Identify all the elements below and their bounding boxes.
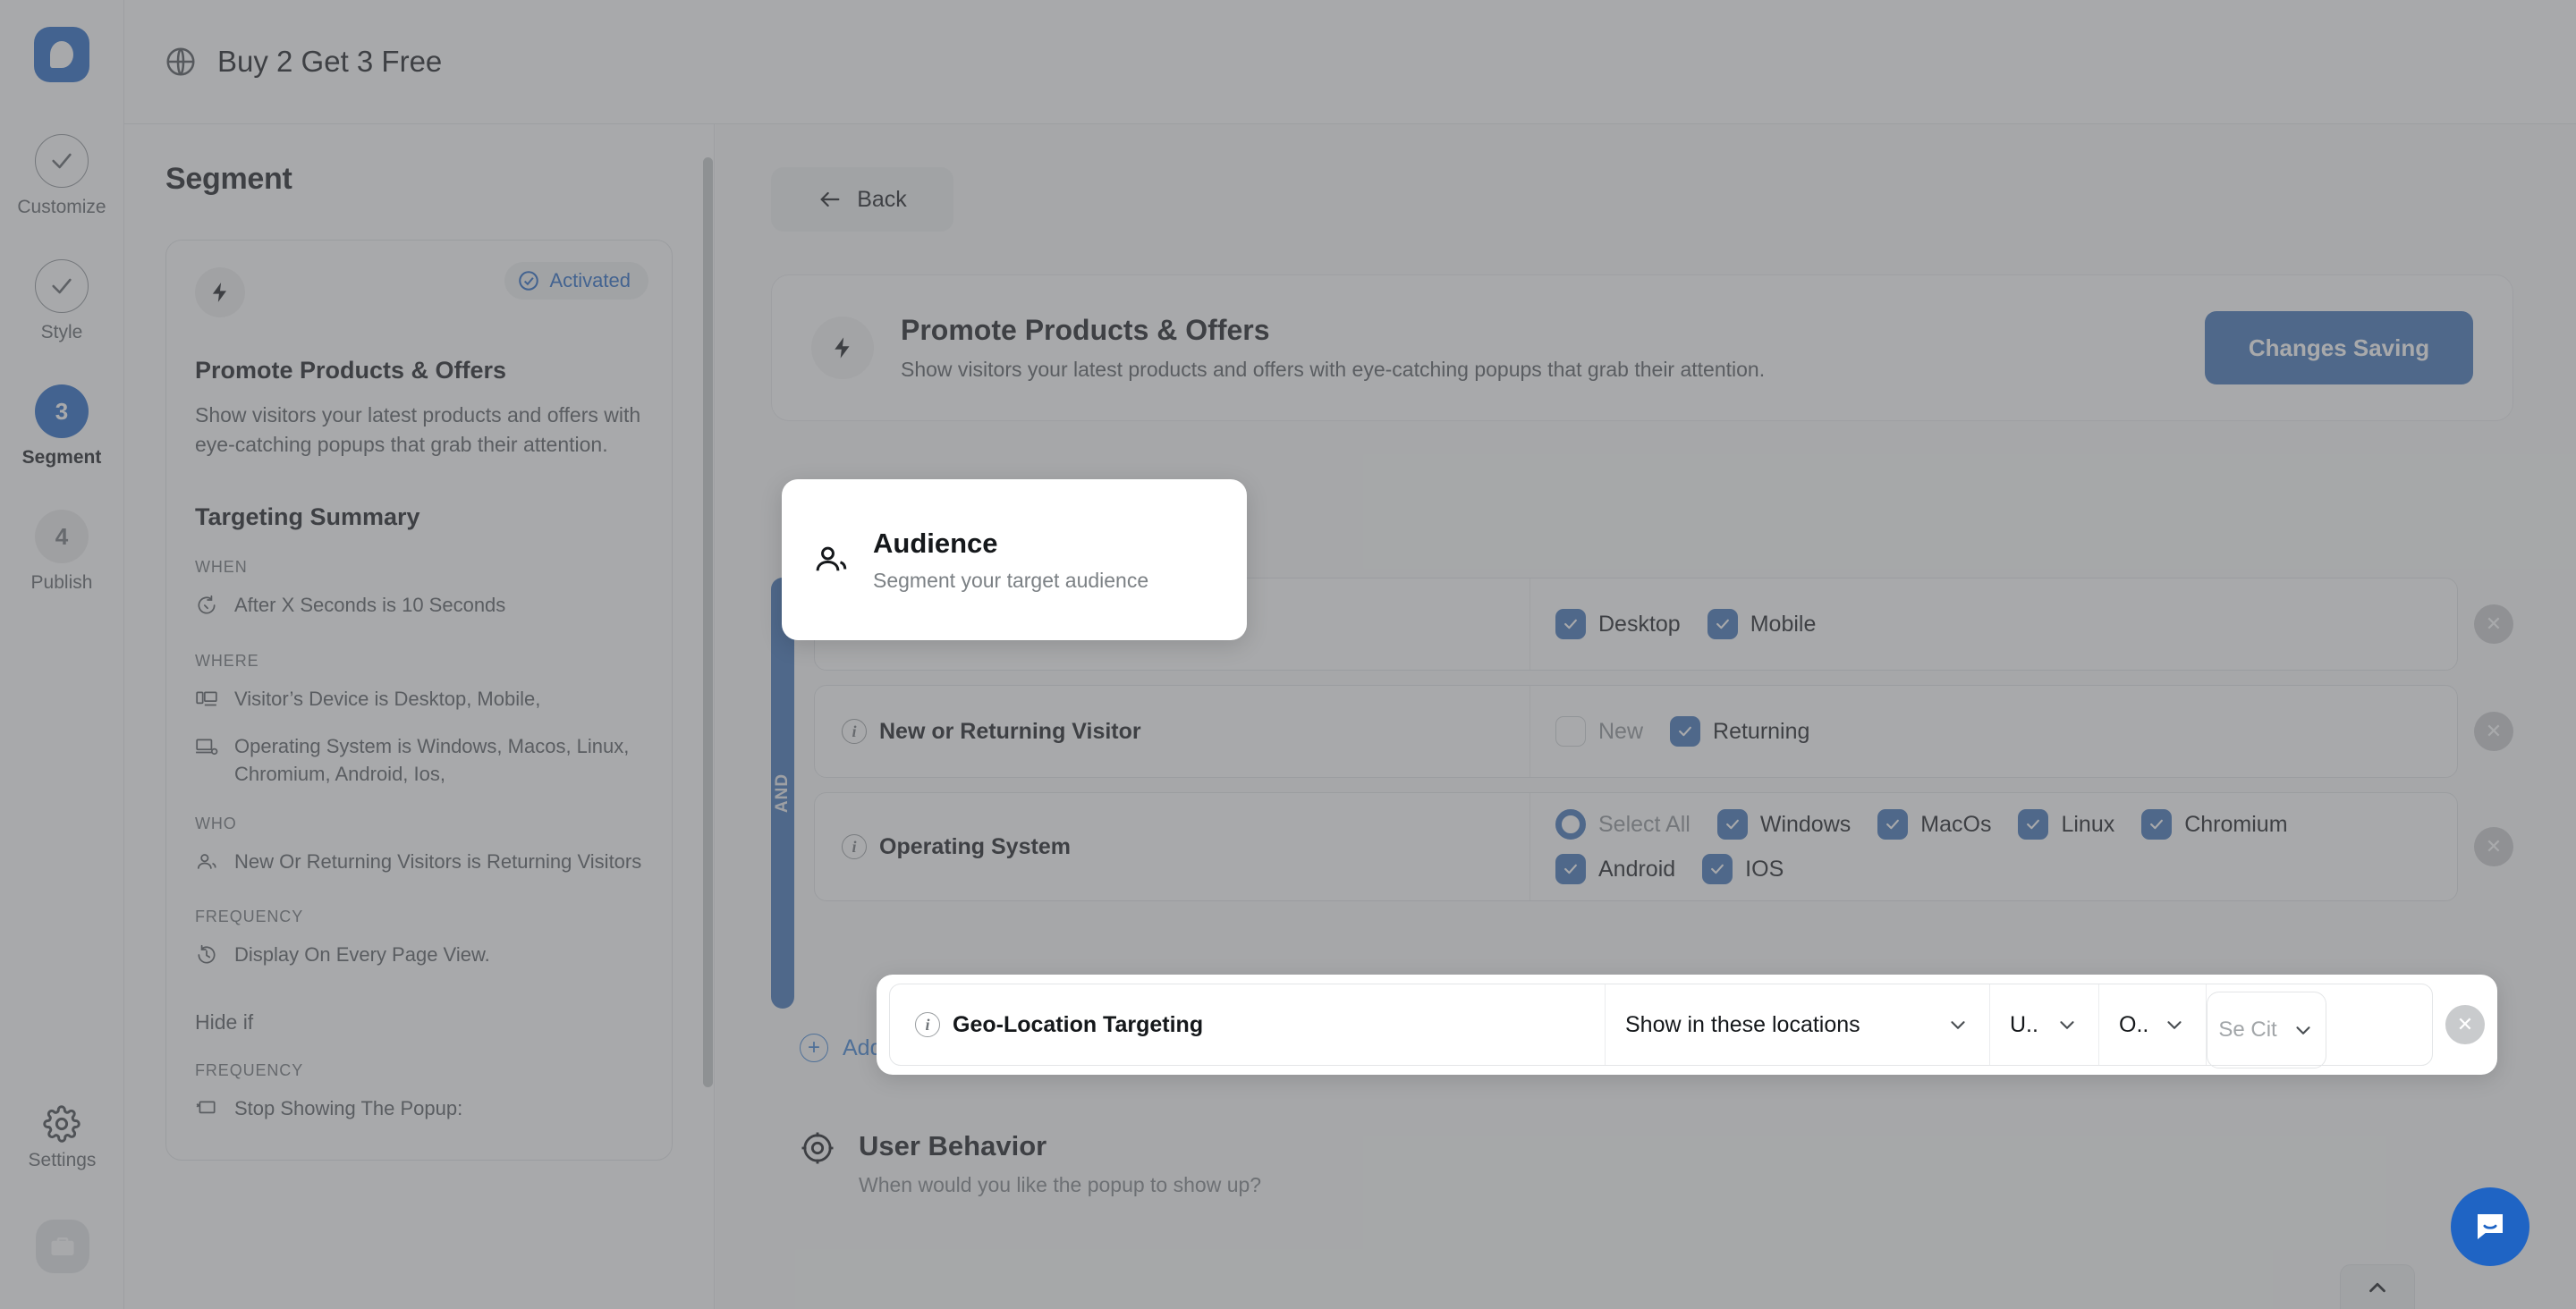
select-location-mode-value: Show in these locations xyxy=(1625,1011,1860,1037)
app-root: Customize Style 3 Segment 4 Publish xyxy=(0,0,2576,1309)
select-location-mode[interactable]: Show in these locations xyxy=(1606,984,1990,1065)
audience-spotlight-card[interactable]: Audience Segment your target audience xyxy=(782,479,1247,640)
chat-bubble-icon[interactable] xyxy=(2451,1187,2529,1266)
users-icon xyxy=(816,546,847,571)
select-city[interactable]: Se Cit xyxy=(2207,992,2327,1068)
chevron-down-icon xyxy=(2167,1021,2182,1029)
geo-rule-box: i Geo-Location Targeting Show in these l… xyxy=(889,984,2433,1068)
select-region-value: O.. xyxy=(2119,1011,2149,1037)
select-region[interactable]: O.. xyxy=(2099,984,2207,1065)
rule-label: Geo-Location Targeting xyxy=(953,1011,1204,1037)
select-country[interactable]: U.. xyxy=(1990,984,2099,1065)
select-country-value: U.. xyxy=(2010,1011,2038,1037)
info-icon[interactable]: i xyxy=(915,1012,940,1037)
audience-spotlight-title: Audience xyxy=(873,527,998,559)
chevron-down-icon xyxy=(2296,1026,2310,1035)
close-icon[interactable]: ✕ xyxy=(2445,1005,2485,1044)
rule-name: i Geo-Location Targeting xyxy=(890,984,1606,1065)
dim-overlay xyxy=(0,0,2576,1309)
geo-controls: Show in these locations U.. O.. Se Cit xyxy=(1606,984,2432,1068)
select-city-value: Se Cit xyxy=(2218,1018,2277,1042)
chat-glyph xyxy=(2478,1214,2503,1239)
audience-spotlight-subtitle: Segment your target audience xyxy=(873,568,1149,592)
chevron-down-icon xyxy=(2060,1021,2074,1029)
geo-location-spotlight-row: i Geo-Location Targeting Show in these l… xyxy=(877,975,2497,1075)
chevron-down-icon xyxy=(1951,1021,1965,1029)
